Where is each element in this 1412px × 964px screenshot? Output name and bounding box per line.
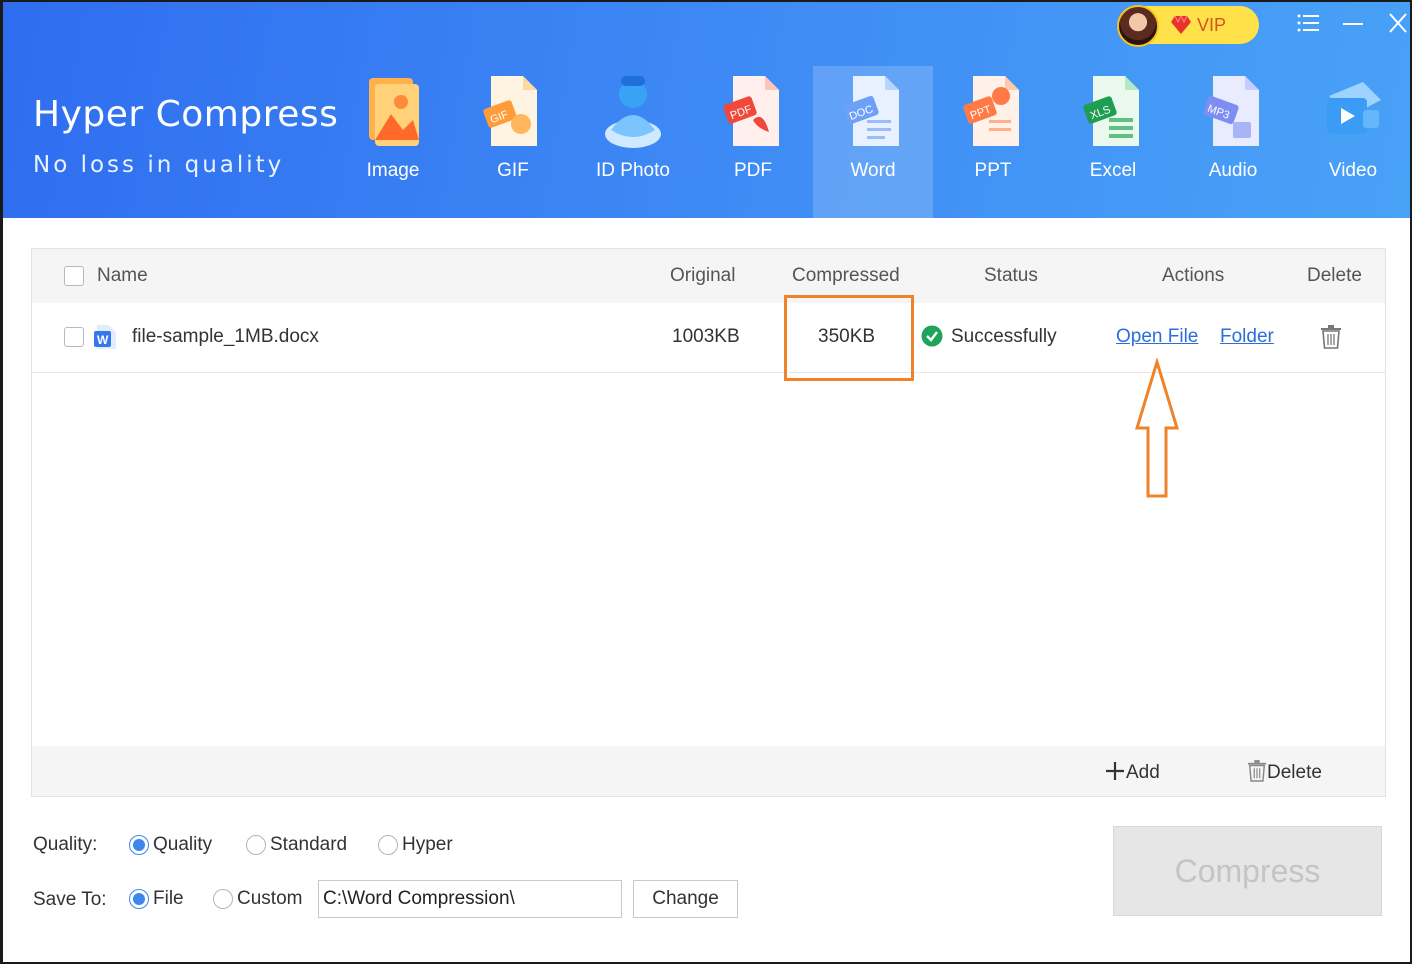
vip-label: VIP: [1197, 15, 1227, 35]
add-button[interactable]: Add: [1104, 760, 1160, 784]
header-compressed: Compressed: [792, 265, 900, 286]
video-icon: [1327, 82, 1381, 134]
table-row: W file-sample_1MB.docx 1003KB 350KB Succ…: [32, 303, 1385, 373]
file-name: file-sample_1MB.docx: [132, 326, 319, 347]
header-status: Status: [984, 265, 1038, 286]
save-option-custom[interactable]: Custom: [237, 888, 302, 910]
tool-ppt[interactable]: PPT PPT: [933, 66, 1053, 218]
app-title: Hyper Compress: [33, 94, 339, 135]
change-button[interactable]: Change: [633, 880, 738, 918]
header-delete: Delete: [1307, 265, 1362, 286]
audio-icon: MP3: [1203, 76, 1259, 146]
tool-label: GIF: [497, 160, 529, 181]
save-to-label: Save To:: [33, 889, 107, 910]
tool-gif[interactable]: GIF GIF: [453, 66, 573, 218]
tool-label: PPT: [974, 160, 1012, 181]
tool-audio[interactable]: MP3 Audio: [1173, 66, 1293, 218]
success-check-icon: [921, 325, 943, 347]
header-bar: Hyper Compress No loss in quality Image …: [3, 2, 1410, 218]
compressed-highlight-box: [784, 295, 914, 381]
header-name: Name: [97, 265, 148, 286]
table-footer: Add Delete: [32, 746, 1385, 796]
id-photo-icon: [605, 76, 661, 148]
quality-label: Quality:: [33, 834, 98, 855]
trash-icon: [1247, 760, 1267, 782]
svg-text:W: W: [97, 333, 109, 347]
row-checkbox[interactable]: [64, 327, 84, 347]
quality-option-standard[interactable]: Standard: [270, 834, 347, 856]
open-file-link[interactable]: Open File: [1116, 326, 1198, 348]
word-icon: DOC: [843, 76, 899, 146]
word-file-icon: W: [94, 325, 116, 349]
status-text: Successfully: [951, 326, 1057, 347]
radio-quality[interactable]: [129, 835, 149, 855]
original-size: 1003KB: [672, 326, 740, 347]
gif-icon: GIF: [483, 76, 537, 146]
tool-excel[interactable]: XLS Excel: [1053, 66, 1173, 218]
delete-button[interactable]: Delete: [1247, 760, 1322, 784]
close-icon[interactable]: [1385, 12, 1410, 38]
tool-label: Video: [1328, 160, 1378, 181]
pdf-icon: PDF: [723, 76, 779, 146]
tool-pdf[interactable]: PDF PDF: [693, 66, 813, 218]
header-original: Original: [670, 265, 736, 286]
trash-icon[interactable]: [1320, 325, 1342, 349]
quality-option-hyper[interactable]: Hyper: [402, 834, 453, 856]
radio-hyper[interactable]: [378, 835, 398, 855]
delete-label: Delete: [1267, 762, 1322, 783]
tool-label: ID Photo: [596, 160, 670, 181]
up-arrow-annotation: [1134, 358, 1180, 498]
save-path-input[interactable]: [318, 880, 622, 918]
tool-label: Excel: [1089, 160, 1137, 181]
radio-file[interactable]: [129, 889, 149, 909]
tool-image[interactable]: Image: [333, 66, 453, 218]
diamond-icon: [1171, 16, 1191, 34]
tool-id-photo[interactable]: ID Photo: [573, 66, 693, 218]
table-header: Name Original Compressed Status Actions …: [32, 249, 1385, 303]
menu-icon[interactable]: [1295, 12, 1321, 38]
header-actions: Actions: [1162, 265, 1225, 286]
tool-video[interactable]: Video: [1293, 66, 1410, 218]
folder-link[interactable]: Folder: [1220, 326, 1274, 348]
add-label: Add: [1126, 762, 1160, 783]
image-icon: [369, 78, 419, 146]
app-window: Hyper Compress No loss in quality Image …: [0, 0, 1412, 964]
ppt-icon: PPT: [963, 76, 1019, 146]
vip-badge[interactable]: VIP: [1117, 5, 1259, 47]
tool-label: PDF: [734, 160, 772, 181]
excel-icon: XLS: [1083, 76, 1139, 146]
tool-label: Image: [366, 160, 420, 181]
minimize-icon[interactable]: [1340, 12, 1366, 38]
radio-standard[interactable]: [246, 835, 266, 855]
avatar[interactable]: [1117, 5, 1159, 47]
tool-word[interactable]: DOC Word: [813, 66, 933, 218]
plus-icon: [1106, 762, 1124, 780]
save-option-file[interactable]: File: [153, 888, 184, 910]
file-table: Name Original Compressed Status Actions …: [31, 248, 1386, 797]
app-subtitle: No loss in quality: [33, 152, 285, 178]
quality-option-quality[interactable]: Quality: [153, 834, 212, 856]
tool-label: Audio: [1208, 160, 1258, 181]
radio-custom[interactable]: [213, 889, 233, 909]
compress-button[interactable]: Compress: [1113, 826, 1382, 916]
tool-label: Word: [850, 160, 896, 181]
select-all-checkbox[interactable]: [64, 266, 84, 286]
